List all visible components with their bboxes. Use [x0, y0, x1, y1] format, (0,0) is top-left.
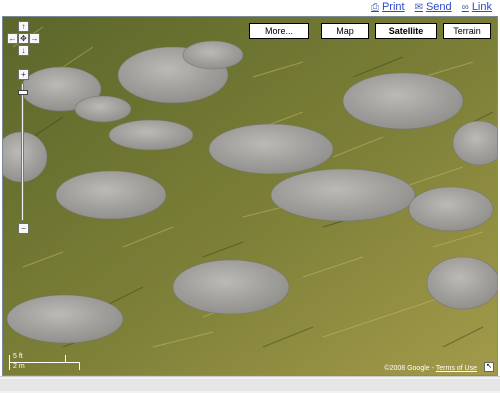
zoom-slider-track[interactable] — [21, 83, 24, 221]
zoom-out-button[interactable]: − — [18, 223, 29, 234]
printer-icon: ⎙ — [370, 1, 379, 13]
map-type-terrain-button[interactable]: Terrain — [443, 23, 491, 39]
top-toolbar: ⎙ Print ✉ Send ∞ Link — [0, 0, 500, 16]
image-tint — [3, 17, 498, 376]
link-icon: ∞ — [461, 1, 469, 13]
print-link-label: Print — [381, 1, 405, 13]
arrow-left-icon: ← — [8, 34, 17, 43]
arrow-right-icon: → — [30, 34, 39, 43]
more-layers-button[interactable]: More... — [249, 23, 309, 39]
scale-label-meters: 2 m — [13, 363, 25, 370]
plus-icon: + — [21, 70, 26, 79]
send-link-label: Send — [425, 1, 452, 13]
map-copyright: ©2008 Google - Terms of Use — [384, 365, 477, 372]
pan-left-button[interactable]: ← — [7, 33, 18, 44]
mail-icon: ✉ — [414, 1, 423, 13]
expand-icon: ↖ — [486, 363, 492, 370]
zoom-slider[interactable] — [18, 83, 28, 221]
satellite-imagery[interactable] — [3, 17, 498, 376]
pan-down-button[interactable]: ↓ — [18, 45, 29, 56]
recenter-icon: ✥ — [20, 34, 27, 43]
terms-of-use-link[interactable]: Terms of Use — [436, 365, 477, 372]
scale-tick-left — [9, 355, 10, 370]
scrollbar-track[interactable] — [0, 379, 500, 391]
scale-tick-meters — [79, 362, 80, 370]
link-link-label: Link — [471, 1, 492, 13]
overview-map-toggle[interactable]: ↖ — [484, 362, 494, 372]
arrow-down-icon: ↓ — [21, 46, 26, 55]
zoom-in-button[interactable]: + — [18, 69, 29, 80]
map-viewport[interactable]: More... Map Satellite Terrain ↑ ← ✥ → ↓ … — [2, 16, 498, 376]
map-navigation-control: ↑ ← ✥ → ↓ + − — [7, 21, 40, 234]
pan-up-button[interactable]: ↑ — [18, 21, 29, 32]
pan-center-button[interactable]: ✥ — [18, 33, 29, 44]
zoom-slider-thumb[interactable] — [18, 90, 28, 95]
map-type-satellite-button[interactable]: Satellite — [375, 23, 437, 39]
share-links: ⎙ Print ✉ Send ∞ Link — [371, 1, 492, 13]
pan-right-button[interactable]: → — [29, 33, 40, 44]
minus-icon: − — [21, 224, 26, 233]
map-type-controls: More... Map Satellite Terrain — [249, 23, 491, 39]
link-link[interactable]: ∞ Link — [462, 1, 492, 13]
scale-label-feet: 5 ft — [13, 353, 23, 360]
print-link[interactable]: ⎙ Print — [371, 1, 405, 13]
horizontal-scrollbar[interactable] — [0, 376, 500, 393]
map-scale-bar: 5 ft 2 m — [7, 353, 87, 371]
map-type-map-button[interactable]: Map — [321, 23, 369, 39]
copyright-text: ©2008 Google - — [384, 365, 436, 372]
send-link[interactable]: ✉ Send — [415, 1, 452, 13]
arrow-up-icon: ↑ — [21, 22, 26, 31]
scale-tick-feet — [65, 355, 66, 362]
